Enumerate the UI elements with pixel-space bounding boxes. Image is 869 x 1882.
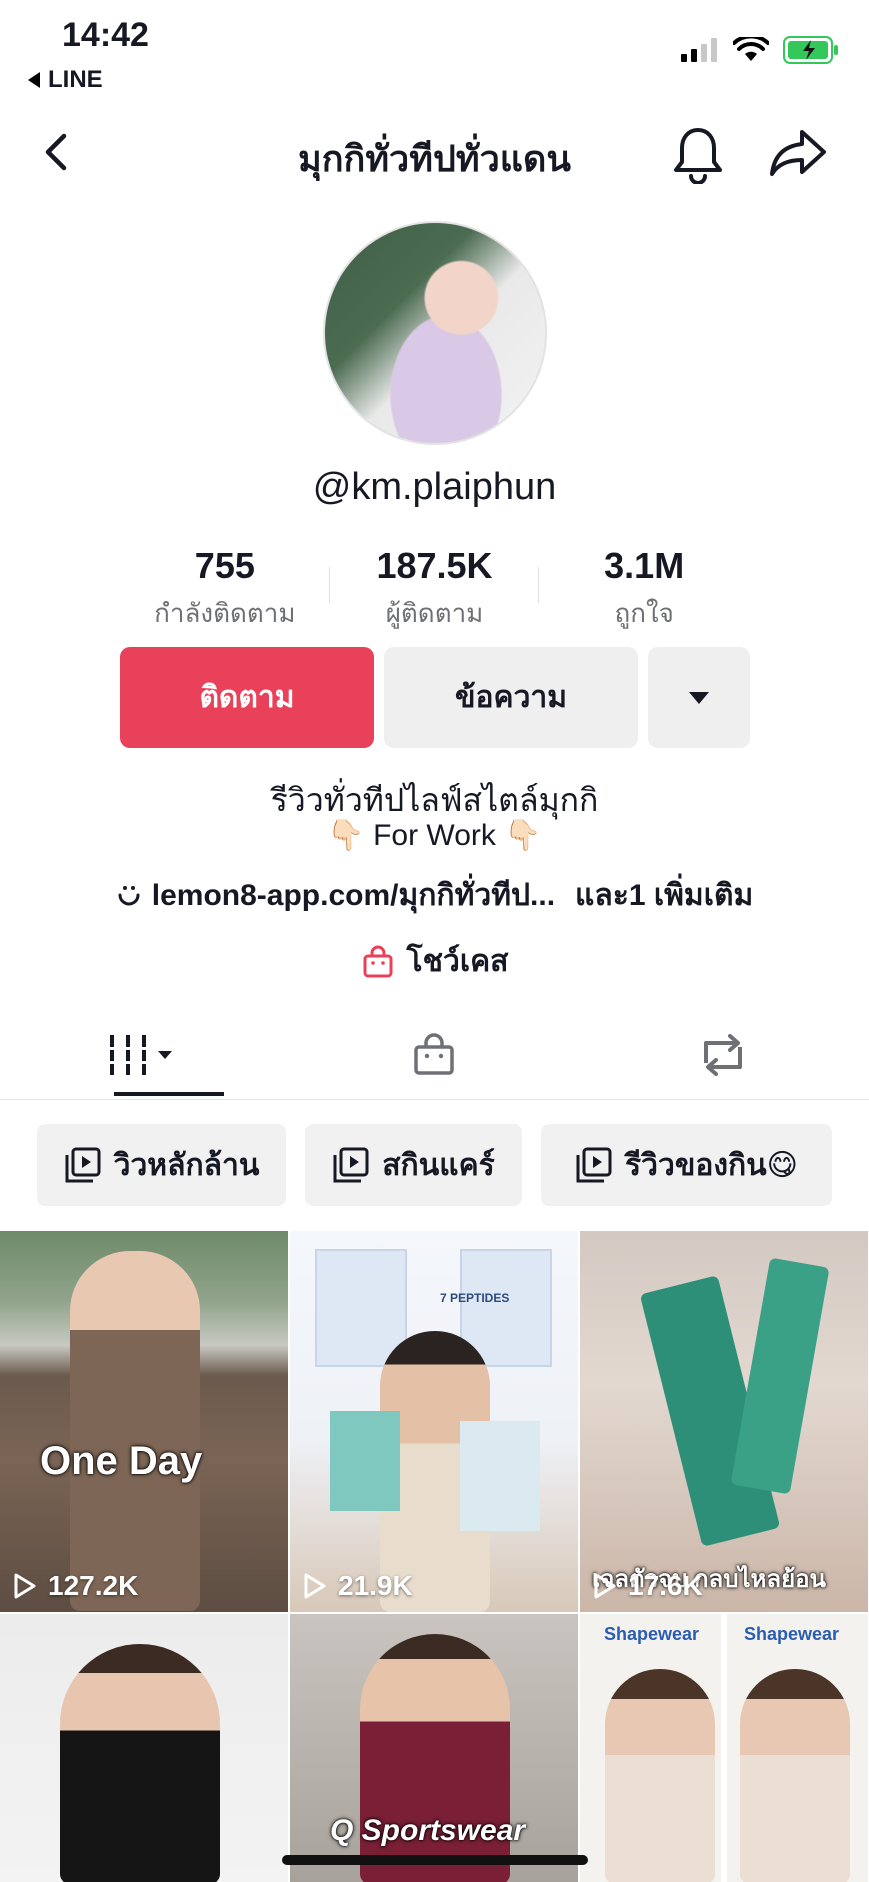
- playlist-chip[interactable]: รีวิวของกิน😋: [541, 1124, 832, 1206]
- wifi-icon: [733, 37, 769, 61]
- playlist-chip-label: วิวหลักล้าน: [113, 1148, 260, 1182]
- bio-link[interactable]: lemon8-app.com/มุกกิทั่วทีป...: [116, 872, 555, 919]
- video-thumbnail[interactable]: One Day 127.2K: [0, 1231, 288, 1612]
- username: @km.plaiphun: [312, 466, 557, 508]
- shopping-bag-icon: [363, 945, 393, 977]
- video-caption: One Day: [40, 1439, 203, 1483]
- shopping-bag-outline-icon: [413, 1033, 454, 1075]
- showcase-link[interactable]: โชว์เคส: [0, 938, 869, 985]
- person-figure: [740, 1669, 850, 1882]
- product-box-front: [330, 1411, 400, 1511]
- followers-stat[interactable]: 187.5K ผู้ติดตาม: [330, 545, 540, 628]
- following-label: กำลังติดตาม: [154, 598, 296, 628]
- video-caption: 7 PEPTIDES: [440, 1291, 510, 1305]
- battery-icon: [783, 36, 838, 64]
- grid-icon: [108, 1035, 172, 1075]
- back-to-app-link[interactable]: LINE: [28, 66, 103, 94]
- link-icon: [118, 885, 140, 905]
- playlist-icon: [333, 1147, 369, 1183]
- tab-reposts[interactable]: [578, 1010, 867, 1100]
- tab-videos[interactable]: [24, 1010, 264, 1100]
- tab-shop[interactable]: [289, 1010, 578, 1100]
- view-count: 21.9K: [302, 1570, 413, 1602]
- status-icons: [681, 36, 839, 64]
- following-stat[interactable]: 755 กำลังติดตาม: [120, 545, 330, 628]
- playlist-chip[interactable]: วิวหลักล้าน: [37, 1124, 286, 1206]
- person-figure: [70, 1251, 200, 1611]
- status-time: 14:42: [62, 16, 149, 54]
- profile-stats: 755 กำลังติดตาม 187.5K ผู้ติดตาม 3.1M ถู…: [120, 545, 749, 628]
- caret-down-icon: [689, 691, 709, 704]
- showcase-label: โชว์เคส: [406, 945, 509, 978]
- suggested-accounts-button[interactable]: [648, 647, 750, 748]
- product-box-front: [460, 1421, 540, 1531]
- back-app-label: LINE: [48, 66, 103, 93]
- view-count: 17.6K: [592, 1570, 703, 1602]
- video-caption: Q Sportswear: [330, 1814, 526, 1847]
- video-thumbnail[interactable]: [0, 1614, 288, 1882]
- home-indicator[interactable]: [282, 1855, 588, 1865]
- play-icon: [594, 1573, 616, 1599]
- playlist-icon: [576, 1147, 612, 1183]
- video-thumbnail[interactable]: Q Sportswear: [290, 1614, 578, 1882]
- video-thumbnail[interactable]: เจลตัวจบ กลบไหลย้อน 17.6K: [580, 1231, 868, 1612]
- playlist-icon: [65, 1147, 101, 1183]
- bio-link-row: lemon8-app.com/มุกกิทั่วทีป... และ1 เพิ่…: [0, 872, 869, 919]
- signal-icon: [681, 38, 717, 62]
- view-count: 127.2K: [12, 1570, 138, 1602]
- follow-button[interactable]: ติดตาม: [120, 647, 374, 748]
- likes-count: 3.1M: [604, 545, 685, 586]
- bio-link-text: lemon8-app.com/มุกกิทั่วทีป...: [151, 879, 556, 912]
- view-count-text: 127.2K: [48, 1570, 139, 1601]
- more-links-button[interactable]: และ1 เพิ่มเติม: [575, 872, 753, 919]
- page-title: มุกกิทั่วทีปทั่วแดน: [298, 138, 571, 179]
- profile-tabs: [0, 1010, 869, 1100]
- repost-icon: [703, 1034, 742, 1076]
- message-button[interactable]: ข้อความ: [384, 647, 638, 748]
- bio-line-2: 👇🏻 For Work 👇🏻: [0, 818, 869, 853]
- bell-icon[interactable]: [670, 124, 726, 184]
- point-down-icon: 👇🏻: [327, 819, 365, 852]
- back-triangle-icon: [28, 72, 40, 88]
- share-icon[interactable]: [768, 126, 828, 180]
- bio-line-2-text: For Work: [373, 819, 496, 852]
- likes-label: ถูกใจ: [614, 598, 674, 628]
- followers-count: 187.5K: [376, 545, 493, 586]
- top-nav: มุกกิทั่วทีปทั่วแดน: [0, 120, 869, 188]
- video-thumbnail[interactable]: Shapewear Shapewear: [580, 1614, 868, 1882]
- play-icon: [304, 1573, 326, 1599]
- followers-label: ผู้ติดตาม: [385, 598, 484, 628]
- playlist-chip-label: รีวิวของกิน😋: [625, 1148, 798, 1182]
- video-caption: Shapewear: [604, 1624, 700, 1644]
- product-sachet: [730, 1257, 830, 1495]
- person-figure: [605, 1669, 715, 1882]
- play-icon: [14, 1573, 36, 1599]
- person-figure: [60, 1644, 220, 1882]
- following-count: 755: [194, 545, 255, 586]
- active-tab-indicator: [114, 1092, 224, 1096]
- avatar[interactable]: [323, 221, 547, 445]
- playlist-chip-label: สกินแคร์: [382, 1148, 495, 1182]
- video-caption: Shapewear: [744, 1624, 840, 1644]
- likes-stat: 3.1M ถูกใจ: [539, 545, 749, 628]
- view-count-text: 21.9K: [338, 1570, 413, 1601]
- point-down-icon: 👇🏻: [504, 819, 542, 852]
- playlist-chip[interactable]: สกินแคร์: [305, 1124, 522, 1206]
- video-thumbnail[interactable]: 7 PEPTIDES 21.9K: [290, 1231, 578, 1612]
- view-count-text: 17.6K: [628, 1570, 703, 1601]
